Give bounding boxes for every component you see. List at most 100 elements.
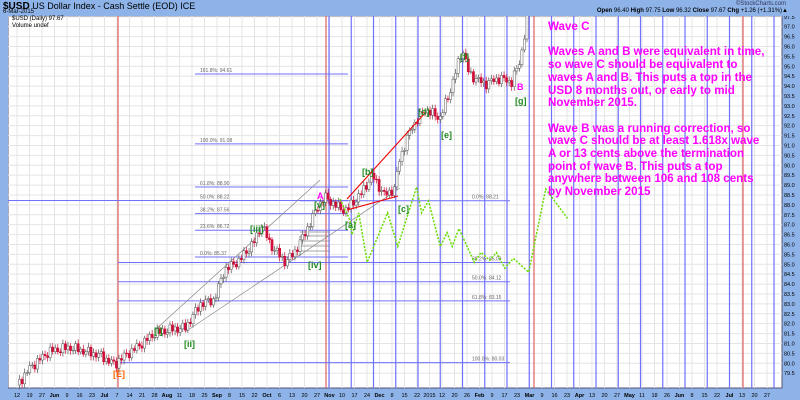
y-tick-label: 92.5	[784, 114, 795, 120]
candle	[69, 345, 72, 351]
candle	[117, 358, 121, 369]
candle	[433, 108, 437, 117]
candle	[385, 191, 389, 196]
open-label: Open	[596, 8, 613, 14]
candle	[375, 178, 378, 181]
candle	[20, 378, 24, 385]
candle	[178, 328, 182, 333]
y-tick-label: 96.0	[784, 44, 795, 50]
y-tick-label: 87.5	[784, 213, 795, 219]
legend-volume: Volume undef	[12, 23, 49, 29]
candle	[308, 226, 312, 228]
x-tick-label: 26	[664, 393, 670, 399]
candle	[168, 324, 172, 333]
fib-level-label: 38.2%: 87.56	[200, 208, 230, 214]
candle	[199, 302, 202, 312]
x-tick-label: 20	[451, 393, 457, 399]
candle	[64, 343, 67, 350]
candle	[451, 78, 455, 93]
candle	[176, 326, 180, 333]
x-tick-label: 13	[739, 393, 745, 399]
candle	[115, 361, 118, 369]
candle	[240, 258, 243, 260]
x-tick-label: Nov	[324, 393, 335, 399]
annotation-paragraph-2: Wave B was a running correction, so wave…	[548, 121, 760, 199]
x-tick-label: 12	[439, 393, 445, 399]
x-tick-label: 23	[514, 393, 520, 399]
x-tick-label: 20	[601, 393, 607, 399]
candle	[518, 64, 521, 69]
y-tick-label: 87.0	[784, 223, 795, 229]
candle	[242, 250, 246, 260]
x-tick-label: Sep	[212, 393, 223, 399]
x-tick-label: 27	[764, 393, 770, 399]
wave-label: [f]	[460, 52, 469, 62]
candle	[181, 322, 185, 330]
candle	[477, 77, 480, 79]
candle	[53, 347, 57, 352]
candle	[512, 70, 516, 87]
x-tick-label: 8	[690, 393, 693, 399]
candle	[296, 249, 299, 252]
candle	[314, 210, 317, 215]
candle	[502, 75, 506, 78]
candle	[431, 108, 434, 116]
brand-logo[interactable]: ©StockCharts.com	[736, 1, 786, 7]
x-tick-label: Mar	[525, 393, 536, 399]
wave-label: [d]	[418, 107, 430, 117]
candle	[30, 364, 34, 367]
candle	[201, 302, 205, 307]
candle	[138, 343, 141, 347]
fib-level-label: 23.6%: 86.72	[200, 224, 230, 230]
candle	[237, 258, 241, 268]
candle	[247, 251, 251, 254]
x-tick-label: 21	[139, 393, 145, 399]
candle	[196, 307, 200, 312]
y-tick-label: 80.0	[784, 361, 795, 367]
x-tick-label: Jun	[675, 393, 685, 399]
y-tick-label: 91.5	[784, 134, 795, 140]
x-tick-label: 20	[751, 393, 757, 399]
candle	[377, 179, 381, 192]
candle	[28, 365, 32, 373]
y-tick-label: 93.5	[784, 94, 795, 100]
candle	[400, 151, 404, 162]
candle	[51, 346, 55, 352]
candle	[273, 250, 276, 252]
x-tick-label: 15	[401, 393, 407, 399]
fib-level-label: 161.8%: 94.61	[200, 68, 232, 74]
x-tick-label: 9	[540, 393, 543, 399]
candle	[436, 115, 440, 120]
x-tick-label: 8	[228, 393, 231, 399]
candle	[217, 283, 220, 299]
candle	[505, 77, 508, 83]
candle	[206, 298, 210, 301]
y-tick-label: 95.5	[784, 54, 795, 60]
candle	[301, 234, 304, 241]
x-tick-label: 19	[26, 393, 32, 399]
candle	[469, 71, 473, 73]
candle	[219, 278, 223, 285]
candle	[227, 267, 231, 270]
y-tick-label: 85.5	[784, 252, 795, 258]
candle	[446, 98, 450, 100]
candle	[487, 80, 491, 90]
wave-label: [E]	[113, 369, 125, 379]
candle	[449, 92, 452, 100]
candle	[120, 358, 123, 361]
wave-label: B	[517, 82, 524, 92]
candle	[283, 255, 287, 267]
y-tick-label: 82.5	[784, 312, 795, 318]
candle	[173, 326, 177, 332]
candle	[229, 261, 233, 270]
x-tick-label: 18	[189, 393, 195, 399]
candle	[183, 322, 187, 331]
wave-label: [i]	[154, 326, 163, 336]
y-tick-label: 97.5	[784, 16, 795, 21]
x-tick-label: 13	[589, 393, 595, 399]
candle	[130, 348, 134, 359]
candle	[489, 78, 493, 81]
chart-legend: $USD (Daily) 97.67 Volume undef	[12, 16, 64, 30]
candle	[104, 357, 108, 363]
candle	[303, 234, 307, 237]
